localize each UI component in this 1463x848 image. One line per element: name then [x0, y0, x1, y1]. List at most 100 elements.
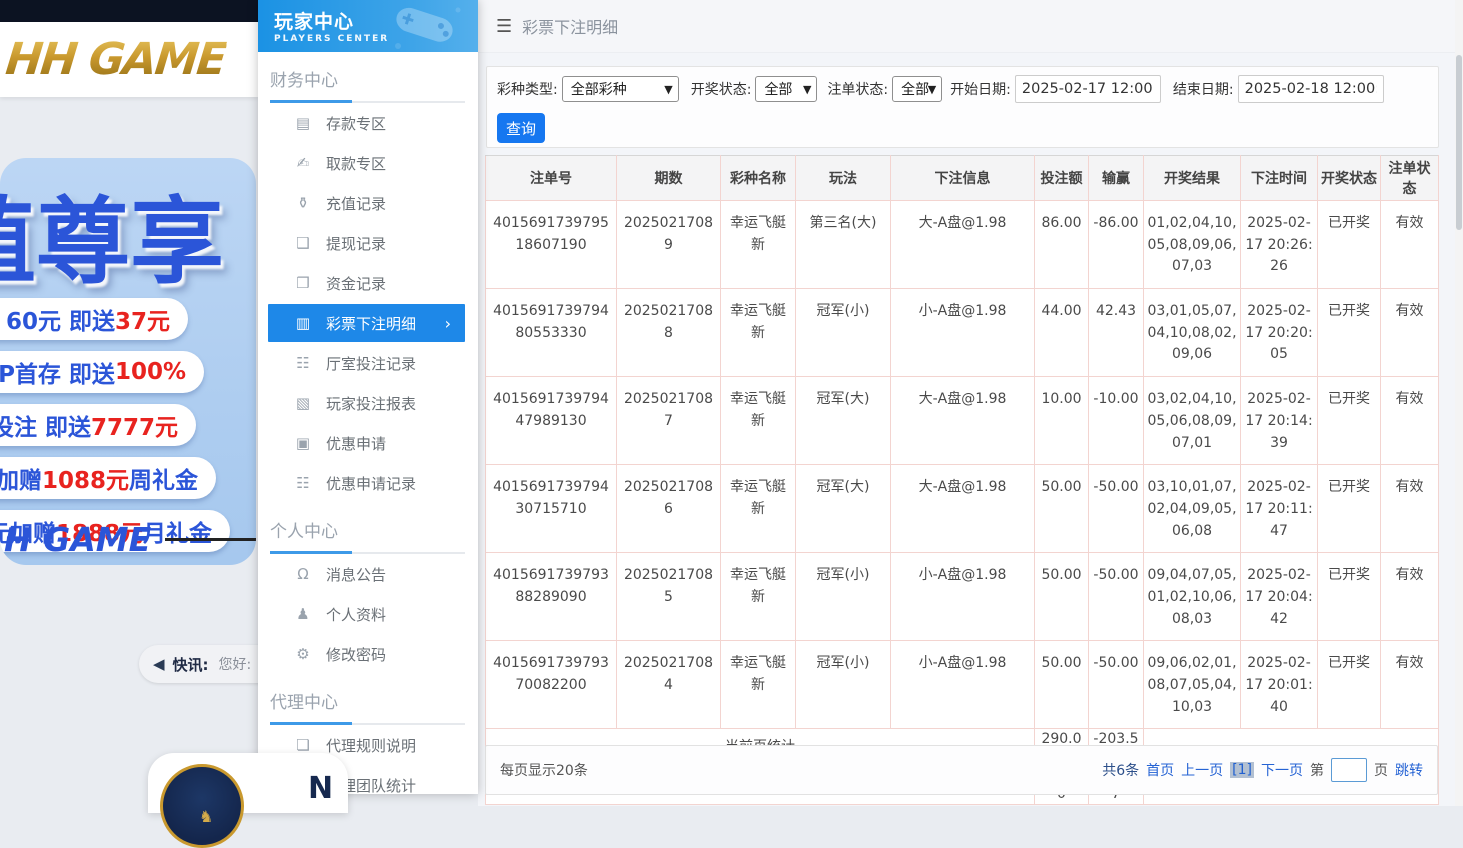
first-page-link[interactable]: 首页: [1146, 760, 1174, 780]
promo-pill-segment: P首存 即送: [0, 355, 115, 389]
agent-rules-document-icon: ❏: [294, 736, 312, 754]
sidebar-item-promo-apply-record-list[interactable]: ☷优惠申请记录: [258, 463, 478, 503]
sidebar-item-hall-bet-record-list[interactable]: ☷厅室投注记录: [258, 343, 478, 383]
content-topbar: ☰ 彩票下注明细: [478, 0, 1463, 53]
withdrawal-record-wallet-icon: ❑: [294, 234, 312, 252]
sidebar-item-funds-record-wallet[interactable]: ❒ 资金记录: [258, 263, 478, 303]
sidebar-group-title: 个人中心: [270, 517, 478, 542]
sidebar-item-withdrawal-record-wallet[interactable]: ❑提现记录: [258, 223, 478, 263]
main-content: ☰ 彩票下注明细 彩种类型: 全部彩种 ▼ 开奖状态: 全部 ▼ 注单状态: 全…: [478, 0, 1463, 806]
table-cell: 冠军(小): [796, 289, 891, 377]
message-bell-icon: Ω: [294, 565, 312, 583]
sidebar-menu: 财务中心▤存款专区✍取款专区⚱充值记录❑提现记录❒资金记录▥彩票下注明细›☷厅室…: [258, 66, 478, 794]
table-cell: 03,01,05,07,04,10,08,02,09,06: [1144, 289, 1241, 377]
pagination-controls: 共6条 首页 上一页 [1] 下一页 第 页 跳转: [1095, 758, 1423, 782]
table-cell: -50.00: [1089, 641, 1144, 729]
promo-apply-ticket-icon: ▣: [294, 434, 312, 452]
prev-page-link[interactable]: 上一页: [1181, 760, 1223, 780]
menu-icon[interactable]: ☰: [496, 16, 512, 37]
profile-person-icon: ♟: [294, 605, 312, 623]
end-date-input[interactable]: [1238, 75, 1384, 103]
page-jump-input[interactable]: [1331, 758, 1367, 782]
column-header: 期数: [617, 156, 721, 201]
jump-link[interactable]: 跳转: [1395, 760, 1423, 780]
order-status-select[interactable]: 全部 ▼: [892, 76, 942, 102]
background-top-strip: [0, 0, 258, 22]
site-logo: HH GAME: [3, 34, 227, 85]
promo-banner-card: 值尊享 60元 即送37元P首存 即送100%投注 即送7777元加赠1088元…: [0, 158, 256, 565]
table-cell: 有效: [1381, 201, 1439, 289]
table-cell: 幸运飞艇新: [721, 201, 796, 289]
table-cell: 小-A盘@1.98: [891, 289, 1035, 377]
table-cell: 幸运飞艇新: [721, 465, 796, 553]
sidebar-item-label: 资金记录: [326, 273, 386, 294]
promo-pill-segment: 1088元: [42, 461, 129, 495]
table-cell: 50.00: [1035, 553, 1089, 641]
sidebar-item-label: 个人资料: [326, 604, 386, 625]
table-cell: 09,06,02,01,08,07,05,04,10,03: [1144, 641, 1241, 729]
deposit-card-icon: ▤: [294, 114, 312, 132]
player-bet-report-chart-icon: ▧: [294, 394, 312, 412]
start-date-input[interactable]: [1015, 75, 1161, 103]
column-header: 开奖结果: [1144, 156, 1241, 201]
chevron-right-icon: ›: [445, 314, 451, 333]
floating-logo-card[interactable]: ♞ N: [148, 753, 348, 813]
promo-pill-segment: 37元: [115, 302, 170, 336]
table-cell: 401569173979447989130: [486, 377, 617, 465]
table-cell: 幸运飞艇新: [721, 641, 796, 729]
table-cell: 401569173979518607190: [486, 201, 617, 289]
table-cell: 401569173979480553330: [486, 289, 617, 377]
table-row: 40156917397944798913020250217087幸运飞艇新冠军(…: [486, 377, 1439, 465]
sidebar-item-label: 玩家投注报表: [326, 393, 416, 414]
table-cell: 已开奖: [1318, 377, 1381, 465]
sidebar-item-withdraw-hand[interactable]: ✍取款专区: [258, 143, 478, 183]
start-date-label: 开始日期:: [950, 79, 1011, 99]
sidebar-item-label: 代理规则说明: [326, 735, 416, 756]
table-cell: 幸运飞艇新: [721, 377, 796, 465]
table-cell: 20250217084: [617, 641, 721, 729]
background-site-header: HH GAME: [0, 22, 258, 97]
draw-status-select[interactable]: 全部 ▼: [755, 76, 817, 102]
players-center-sidebar: 玩家中心 PLAYERS CENTER 财务中心▤存款专区✍取款专区⚱充值记录❑…: [258, 0, 478, 794]
table-cell: 20250217085: [617, 553, 721, 641]
chevron-down-icon: ▼: [664, 83, 672, 96]
table-cell: 2025-02-17 20:04:42: [1241, 553, 1318, 641]
ticker-label: 快讯:: [173, 654, 209, 675]
promo-pill-segment: 100%: [115, 359, 186, 385]
sidebar-item-label: 优惠申请记录: [326, 473, 416, 494]
sidebar-item-message-bell[interactable]: Ω消息公告: [258, 554, 478, 594]
sidebar-item-change-password-gear[interactable]: ⚙修改密码: [258, 634, 478, 674]
sidebar-item-player-bet-report-chart[interactable]: ▧ 玩家投注报表: [258, 383, 478, 423]
sidebar-item-profile-person[interactable]: ♟ 个人资料: [258, 594, 478, 634]
table-cell: 有效: [1381, 465, 1439, 553]
sidebar-item-recharge-moneybag[interactable]: ⚱充值记录: [258, 183, 478, 223]
brand-medal-icon[interactable]: ♞: [160, 764, 244, 848]
column-header: 注单号: [486, 156, 617, 201]
funds-record-wallet-icon: ❒: [294, 274, 312, 292]
next-page-link[interactable]: 下一页: [1261, 760, 1303, 780]
table-cell: 03,10,01,07,02,04,09,05,06,08: [1144, 465, 1241, 553]
table-row: 40156917397937008220020250217084幸运飞艇新冠军(…: [486, 641, 1439, 729]
table-cell: 2025-02-17 20:20:05: [1241, 289, 1318, 377]
table-header-row: 注单号期数彩种名称玩法下注信息投注额输赢开奖结果下注时间开奖状态注单状态: [486, 156, 1439, 201]
table-cell: -50.00: [1089, 465, 1144, 553]
promo-pill: 60元 即送37元: [0, 298, 188, 340]
promo-pill-segment: 60元 即送: [6, 302, 115, 336]
table-cell: 50.00: [1035, 641, 1089, 729]
table-cell: 44.00: [1035, 289, 1089, 377]
query-button[interactable]: 查询: [497, 113, 545, 143]
lottery-type-select[interactable]: 全部彩种 ▼: [562, 76, 679, 102]
sidebar-item-promo-apply-ticket[interactable]: ▣优惠申请: [258, 423, 478, 463]
promo-headline: 值尊享: [0, 166, 224, 302]
speaker-icon: ◀: [153, 655, 165, 673]
sidebar-item-label: 取款专区: [326, 153, 386, 174]
scrollbar-thumb[interactable]: [1456, 55, 1462, 230]
table-cell: 01,02,04,10,05,08,09,06,07,03: [1144, 201, 1241, 289]
sidebar-item-deposit-card[interactable]: ▤存款专区: [258, 103, 478, 143]
table-cell: 401569173979430715710: [486, 465, 617, 553]
sidebar-item-lottery-bet-detail-ledger[interactable]: ▥彩票下注明细›: [268, 304, 465, 342]
change-password-gear-icon: ⚙: [294, 645, 312, 663]
table-row: 40156917397943071571020250217086幸运飞艇新冠军(…: [486, 465, 1439, 553]
promo-brand-text: H GAME: [4, 520, 151, 559]
table-cell: 20250217087: [617, 377, 721, 465]
